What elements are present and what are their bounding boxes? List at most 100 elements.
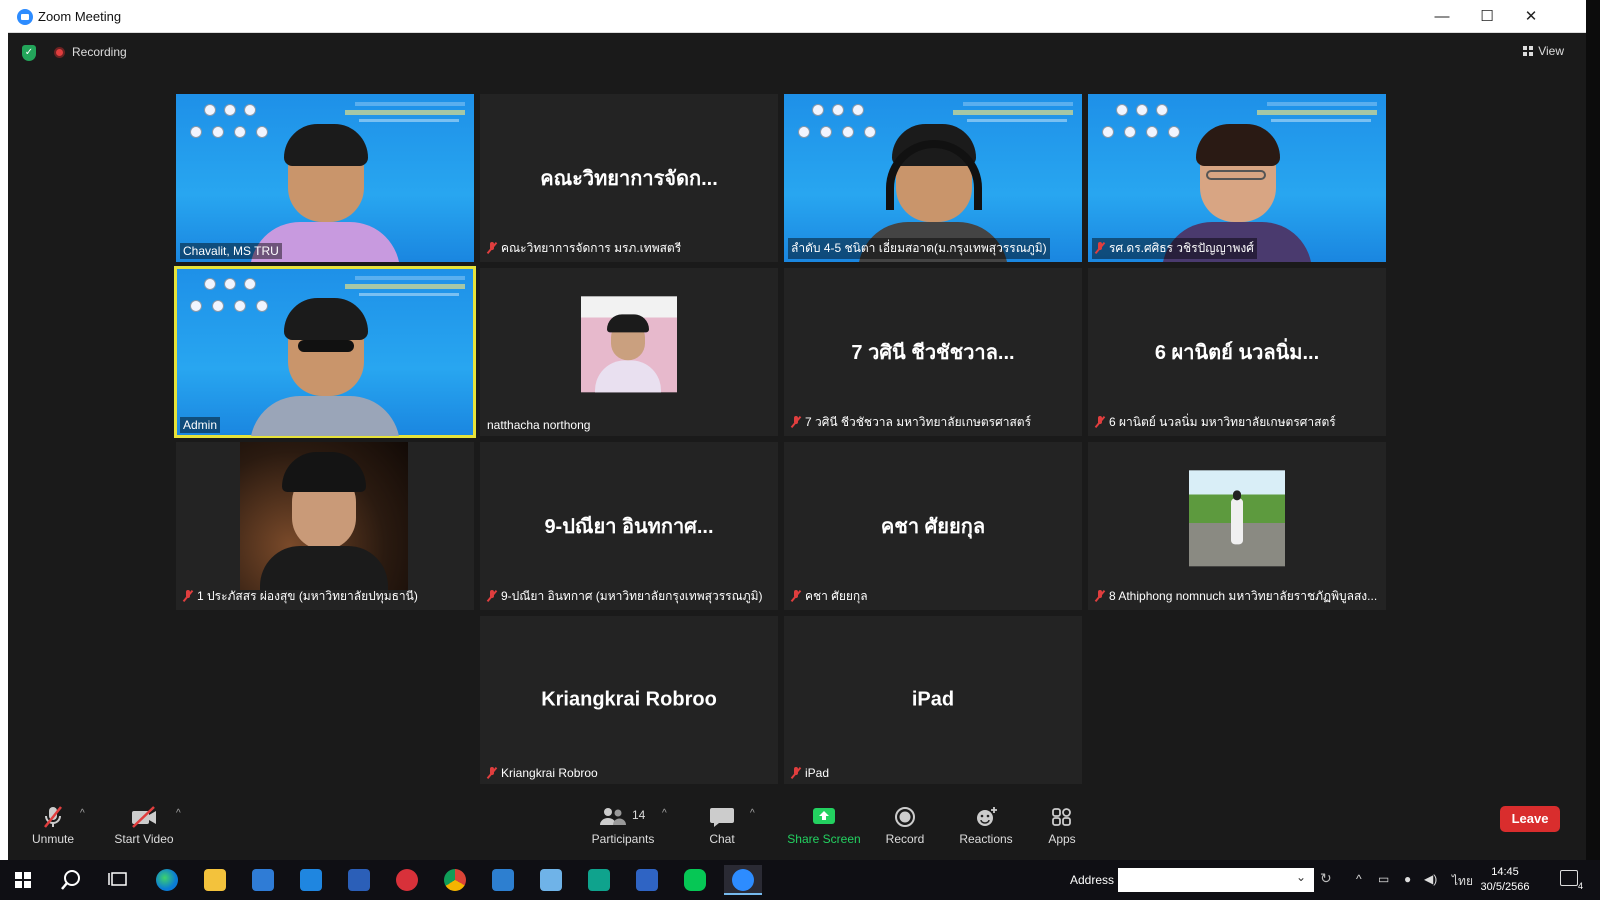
chat-button[interactable]: Chat [702,806,742,846]
mic-muted-icon [1095,590,1105,602]
share-screen-button[interactable]: Share Screen [786,806,862,846]
participant-name-label: ลำดับ 4-5 ชนิตา เอี่ยมสอาด(ม.กรุงเทพสุวร… [788,238,1050,259]
participant-display-name: 7 วศินี ชีวชัชวาล... [851,342,1015,364]
grid-icon [1523,46,1534,56]
chat-icon [708,806,736,828]
participant-tile[interactable]: 1 ประภัสสร ผ่องสุข (มหาวิทยาลัยปทุมธานี) [176,442,474,610]
security-shield-icon[interactable]: ✓ [22,45,36,61]
meeting-toolbar: Unmute ^ Start Video ^ 14 Participants ^… [8,800,1586,860]
address-input[interactable] [1118,868,1314,892]
participant-name-label: Kriangkrai Robroo [484,765,601,781]
taskbar-store[interactable] [244,865,282,895]
participant-tile[interactable]: คชา ศัยยกุล คชา ศัยยกุล [784,442,1082,610]
zoom-window: Zoom Meeting — ☐ ✕ ✓ Recording View Chav… [8,0,1586,860]
unmute-label: Unmute [31,832,75,846]
participant-video-feed [250,296,400,436]
participant-tile[interactable]: 8 Athiphong nomnuch มหาวิทยาลัยราชภัฏพิบ… [1088,442,1386,610]
participant-name-label: 9-ปณียา อินทกาศ (มหาวิทยาลัยกรุงเทพสุวรร… [484,586,766,607]
task-view-button[interactable] [100,865,138,895]
participant-tile[interactable]: iPad iPad [784,616,1082,784]
participant-tile[interactable]: 6 ผานิตย์ นวลนิ่ม... 6 ผานิตย์ นวลนิ่ม มห… [1088,268,1386,436]
clock-time: 14:45 [1491,866,1519,878]
participant-display-name: คณะวิทยาการจัดก... [540,168,718,190]
close-button[interactable]: ✕ [1511,5,1551,29]
volume-icon[interactable]: ◀) [1424,872,1437,886]
maximize-button[interactable]: ☐ [1467,5,1507,29]
participants-icon: 14 [598,806,648,828]
participant-tile[interactable]: Kriangkrai Robroo Kriangkrai Robroo [480,616,778,784]
participant-name-label: คณะวิทยาการจัดการ มรภ.เทพสตรี [484,238,684,259]
taskbar-word[interactable] [340,865,378,895]
mic-muted-icon [791,767,801,779]
participant-display-name: Kriangkrai Robroo [541,688,717,711]
participants-caret[interactable]: ^ [662,808,667,819]
participant-name-label: รศ.ดร.ศศิธร วชิรปัญญาพงศ์ [1092,238,1257,259]
minimize-button[interactable]: — [1422,5,1462,29]
participant-display-name: 6 ผานิตย์ นวลนิ่ม... [1154,342,1320,364]
participant-name-label: 1 ประภัสสร ผ่องสุข (มหาวิทยาลัยปทุมธานี) [180,586,421,607]
share-screen-icon [810,806,838,828]
line-icon [684,869,706,891]
microphone-icon[interactable]: ● [1404,872,1411,886]
taskbar-photos[interactable] [484,865,522,895]
reactions-button[interactable]: Reactions [958,806,1014,846]
clock[interactable]: 14:45 30/5/2566 [1470,865,1540,895]
start-video-button[interactable]: Start Video [114,806,174,846]
participant-name: Chavalit, MS TRU [183,244,279,258]
apps-button[interactable]: Apps [1042,806,1082,846]
zoom-icon [732,869,754,891]
start-video-label: Start Video [114,832,174,846]
taskbar-mail[interactable] [292,865,330,895]
taskbar-app-stack[interactable] [532,865,570,895]
notification-icon[interactable]: 4 [1560,870,1583,891]
view-label: View [1538,44,1564,58]
taskbar-reader[interactable] [628,865,666,895]
taskbar-explorer[interactable] [196,865,234,895]
leave-button[interactable]: Leave [1500,806,1560,832]
participant-tile[interactable]: 7 วศินี ชีวชัชวาล... 7 วศินี ชีวชัชวาล มห… [784,268,1082,436]
participant-name: iPad [805,766,830,780]
participant-name-label: 7 วศินี ชีวชัชวาล มหาวิทยาลัยเกษตรศาสตร์ [788,412,1034,433]
network-icon[interactable]: ▭ [1378,872,1389,886]
taskbar-zoom[interactable] [724,865,762,895]
folder-icon [204,869,226,891]
address-label: Address [1070,873,1115,887]
reader-icon [636,869,658,891]
taskbar-app-teal[interactable] [580,865,618,895]
participant-tile[interactable]: ลำดับ 4-5 ชนิตา เอี่ยมสอาด(ม.กรุงเทพสุวร… [784,94,1082,262]
video-options-caret[interactable]: ^ [176,808,181,819]
taskbar-line[interactable] [676,865,714,895]
task-view-icon [108,872,127,886]
participants-button[interactable]: 14 Participants [590,806,656,846]
view-button[interactable]: View [1523,44,1564,58]
participant-display-name: คชา ศัยยกุล [880,516,986,538]
photos-icon [492,869,514,891]
participant-name: 1 ประภัสสร ผ่องสุข (มหาวิทยาลัยปทุมธานี) [197,589,418,603]
profile-picture [1189,470,1285,567]
tray-overflow-icon[interactable]: ^ [1356,872,1362,886]
audio-options-caret[interactable]: ^ [80,808,85,819]
record-button[interactable]: Record [882,806,928,846]
participant-tile[interactable]: Chavalit, MS TRU [176,94,474,262]
start-button[interactable] [4,865,42,895]
unmute-button[interactable]: Unmute [26,806,80,846]
participant-tile[interactable]: 9-ปณียา อินทกาศ... 9-ปณียา อินทกาศ (มหาวิ… [480,442,778,610]
taskbar-app-red[interactable] [388,865,426,895]
windows-taskbar: Address ↻ ^ ▭ ● ◀) ไทย 14:45 30/5/2566 4 [0,860,1600,900]
taskbar-edge[interactable] [148,865,186,895]
participant-name-label: คชา ศัยยกุล [788,586,871,607]
taskbar-chrome[interactable] [436,865,474,895]
recording-icon [54,47,65,58]
participant-name-label: iPad [788,765,832,781]
participant-tile[interactable]: คณะวิทยาการจัดก... คณะวิทยาการจัดการ มรภ.… [480,94,778,262]
apps-icon [1048,806,1076,828]
zoom-logo-icon [17,9,33,25]
participant-tile[interactable]: รศ.ดร.ศศิธร วชิรปัญญาพงศ์ [1088,94,1386,262]
refresh-icon[interactable]: ↻ [1320,870,1332,887]
participant-tile[interactable]: natthacha northong [480,268,778,436]
chat-caret[interactable]: ^ [750,808,755,819]
chat-label: Chat [709,832,735,846]
search-button[interactable] [52,865,90,895]
participant-tile[interactable]: Admin [174,266,476,438]
mic-muted-icon [39,806,67,828]
